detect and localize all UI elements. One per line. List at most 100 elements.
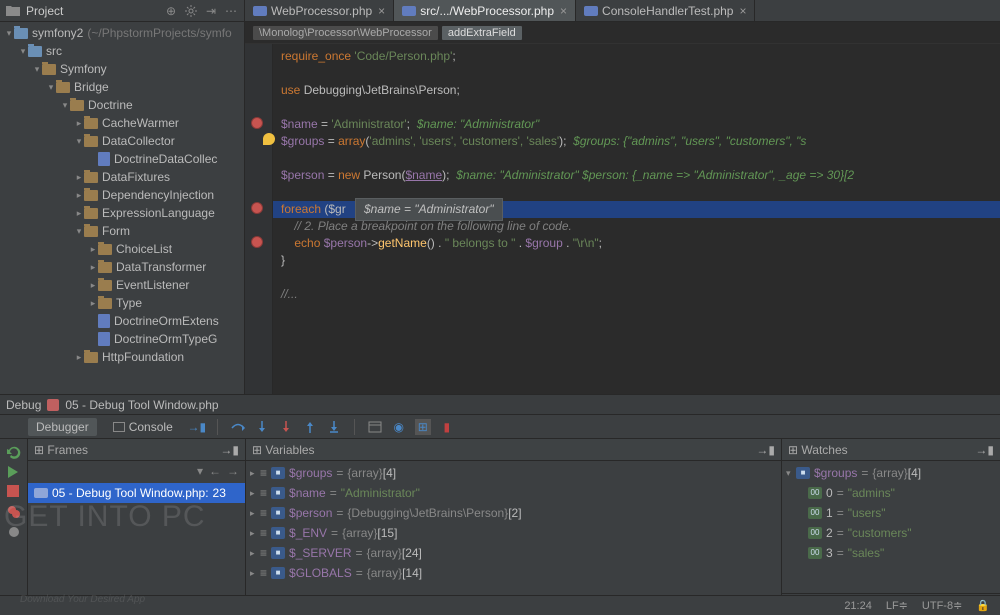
tree-node[interactable]: ▾Bridge [0, 78, 244, 96]
next-frame-icon[interactable]: → [227, 464, 239, 478]
watches-panel: ⊞ Watches →▮ ▾■$groups={array} [4]000="a… [782, 439, 1000, 615]
tree-node[interactable]: ▾DataCollector [0, 132, 244, 150]
breadcrumb[interactable]: \Monolog\Processor\WebProcessor addExtra… [245, 22, 1000, 44]
variable-row[interactable]: ▸≡■$_ENV={array} [15] [250, 523, 777, 543]
folder-icon [98, 244, 112, 255]
folder-icon [84, 118, 98, 129]
evaluate-icon[interactable] [367, 419, 383, 435]
watch-item[interactable]: 002="customers" [786, 523, 996, 543]
more-icon[interactable]: ⋯ [224, 4, 238, 18]
watch-icon[interactable]: ◉ [391, 419, 407, 435]
collapse-icon[interactable]: ⊕ [164, 4, 178, 18]
variable-row[interactable]: ▸≡■$person={Debugging\JetBrains\Person} … [250, 503, 777, 523]
line-ending[interactable]: LF≑ [886, 599, 908, 612]
layout-icon[interactable]: ⊞ [415, 419, 431, 435]
tree-node[interactable]: ▸DataTransformer [0, 258, 244, 276]
tree-node[interactable]: ▸HttpFoundation [0, 348, 244, 366]
php-file-icon [98, 314, 110, 328]
tab-label: ConsoleHandlerTest.php [602, 4, 733, 18]
tree-node[interactable]: ▾Form [0, 222, 244, 240]
resume-icon[interactable] [7, 465, 21, 479]
tab-consolehandlertest[interactable]: ConsoleHandlerTest.php × [576, 0, 755, 21]
php-file-icon [98, 152, 110, 166]
tree-node[interactable]: DoctrineDataCollec [0, 150, 244, 168]
tree-node[interactable]: ▸Type [0, 294, 244, 312]
close-icon[interactable]: × [378, 4, 385, 18]
breakpoint-icon[interactable] [251, 236, 263, 248]
breakpoint-icon[interactable] [251, 202, 263, 214]
thread-dropdown[interactable]: ▾ [197, 464, 203, 478]
tab-src-webprocessor[interactable]: src/.../WebProcessor.php × [394, 0, 576, 21]
watch-row[interactable]: ▾■$groups={array} [4] [786, 463, 996, 483]
tree-node[interactable]: ▸ExpressionLanguage [0, 204, 244, 222]
tree-node[interactable]: ▾symfony2(~/PhpstormProjects/symfo [0, 24, 244, 42]
minimize-icon[interactable]: →▮ [756, 443, 775, 457]
folder-icon [84, 136, 98, 147]
tree-node[interactable]: ▸CacheWarmer [0, 114, 244, 132]
tree-node[interactable]: ▾Symfony [0, 60, 244, 78]
bulb-icon[interactable] [263, 133, 275, 145]
watch-item[interactable]: 001="users" [786, 503, 996, 523]
watch-item[interactable]: 003="sales" [786, 543, 996, 563]
tree-node[interactable]: ▸DataFixtures [0, 168, 244, 186]
project-tree[interactable]: ▾symfony2(~/PhpstormProjects/symfo▾src▾S… [0, 22, 245, 394]
prev-frame-icon[interactable]: ← [209, 464, 221, 478]
project-tool-label: Project [26, 4, 63, 18]
frames-panel: ⊞ Frames →▮ ▾ ← → 05 - Debug Tool Window… [28, 439, 246, 615]
breadcrumb-seg[interactable]: addExtraField [442, 26, 522, 40]
encoding[interactable]: UTF-8≑ [922, 599, 962, 612]
hide-icon[interactable]: ⇥ [204, 4, 218, 18]
variable-row[interactable]: ▸≡■$GLOBALS={array} [14] [250, 563, 777, 583]
minimize-icon[interactable]: →▮ [975, 443, 994, 457]
stack-frame[interactable]: 05 - Debug Tool Window.php:23 [28, 483, 245, 503]
project-tool-header[interactable]: Project ⊕ ⇥ ⋯ [0, 0, 245, 21]
stop-icon[interactable] [7, 485, 21, 499]
editor-tabs: WebProcessor.php × src/.../WebProcessor.… [245, 0, 1000, 21]
tree-node[interactable]: ▸EventListener [0, 276, 244, 294]
debug-tabs: Debugger Console →▮ ◉ ⊞ ▮ [0, 415, 1000, 439]
variable-row[interactable]: ▸≡■$name="Administrator" [250, 483, 777, 503]
tab-label: src/.../WebProcessor.php [420, 4, 554, 18]
php-icon [253, 6, 267, 16]
debug-title-bar[interactable]: Debug 05 - Debug Tool Window.php [0, 395, 1000, 415]
tree-node[interactable]: ▾Doctrine [0, 96, 244, 114]
tree-node[interactable]: DoctrineOrmTypeG [0, 330, 244, 348]
php-icon [402, 6, 416, 16]
breakpoints-icon[interactable] [7, 505, 21, 519]
force-step-into-icon[interactable] [278, 419, 294, 435]
caret-position[interactable]: 21:24 [844, 600, 872, 612]
tree-node[interactable]: ▸ChoiceList [0, 240, 244, 258]
variable-row[interactable]: ▸≡■$_SERVER={array} [24] [250, 543, 777, 563]
settings-icon[interactable]: ▮ [439, 419, 455, 435]
php-file-icon [98, 332, 110, 346]
output-icon[interactable]: →▮ [189, 419, 205, 435]
folder-icon [70, 100, 84, 111]
tab-console[interactable]: Console [105, 418, 181, 436]
close-icon[interactable]: × [560, 4, 567, 18]
step-into-icon[interactable] [254, 419, 270, 435]
tree-node[interactable]: ▾src [0, 42, 244, 60]
rerun-icon[interactable] [7, 445, 21, 459]
run-to-cursor-icon[interactable] [326, 419, 342, 435]
tab-webprocessor[interactable]: WebProcessor.php × [245, 0, 394, 21]
mute-icon[interactable] [7, 525, 21, 539]
step-over-icon[interactable] [230, 419, 246, 435]
folder-icon [14, 28, 28, 39]
tree-node[interactable]: ▸DependencyInjection [0, 186, 244, 204]
close-icon[interactable]: × [739, 4, 746, 18]
folder-icon [28, 46, 42, 57]
breadcrumb-seg[interactable]: \Monolog\Processor\WebProcessor [253, 26, 438, 40]
breakpoint-icon[interactable] [251, 117, 263, 129]
tree-node[interactable]: DoctrineOrmExtens [0, 312, 244, 330]
minimize-icon[interactable]: →▮ [220, 443, 239, 457]
watch-item[interactable]: 000="admins" [786, 483, 996, 503]
tab-debugger[interactable]: Debugger [28, 418, 97, 436]
step-out-icon[interactable] [302, 419, 318, 435]
gutter[interactable] [245, 44, 273, 394]
variable-row[interactable]: ▸≡■$groups={array} [4] [250, 463, 777, 483]
folder-icon [84, 352, 98, 363]
gear-icon[interactable] [184, 4, 198, 18]
lock-icon[interactable]: 🔒 [976, 599, 990, 612]
code-editor[interactable]: require_once 'Code/Person.php'; use Debu… [273, 44, 1000, 394]
folder-icon [84, 208, 98, 219]
